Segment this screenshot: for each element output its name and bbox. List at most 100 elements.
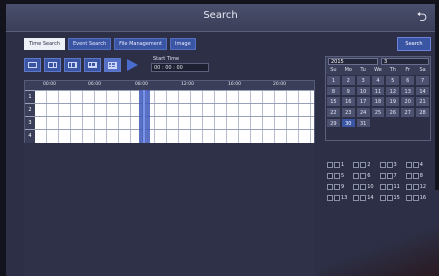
checkbox-icon[interactable] [353, 173, 360, 179]
channel-checkbox[interactable]: 2 [353, 161, 379, 169]
checkbox-icon[interactable] [353, 184, 360, 190]
calendar-day[interactable]: 3 [355, 75, 371, 86]
tab-time-search[interactable]: Time Search [24, 38, 66, 50]
checkbox-icon[interactable] [360, 162, 367, 168]
checkbox-icon[interactable] [360, 184, 367, 190]
calendar-day[interactable]: 10 [355, 85, 371, 97]
channel-checkbox[interactable]: 13 [327, 194, 353, 202]
checkbox-icon[interactable] [379, 173, 386, 179]
timeline-row[interactable]: 3 [25, 116, 314, 130]
play-icon[interactable] [124, 58, 140, 72]
start-time-input[interactable]: 00 : 00 : 00 [151, 63, 209, 72]
timeline-row[interactable]: 1 [25, 90, 314, 104]
checkbox-icon[interactable] [412, 195, 419, 201]
calendar-day[interactable]: 24 [355, 107, 371, 118]
checkbox-icon[interactable] [334, 173, 340, 179]
checkbox-icon[interactable] [334, 195, 340, 201]
calendar-day[interactable]: 30 [340, 117, 356, 129]
calendar-day[interactable]: 12 [385, 85, 401, 97]
layout-grid-icon[interactable] [104, 58, 121, 72]
checkbox-icon[interactable] [405, 162, 412, 168]
year-select[interactable]: 2015 [328, 58, 378, 65]
calendar-day[interactable]: 8 [326, 85, 341, 97]
timeline[interactable]: 00:00 06:00 08:00 12:00 16:00 20:00 1 2 … [24, 80, 315, 143]
back-icon[interactable]: ⮌ [417, 8, 427, 30]
layout-16-icon[interactable] [84, 58, 101, 72]
calendar-day[interactable]: 6 [400, 75, 416, 86]
checkbox-icon[interactable] [386, 162, 393, 168]
checkbox-icon[interactable] [386, 184, 393, 190]
checkbox-icon[interactable] [360, 173, 367, 179]
calendar-day[interactable]: 11 [370, 85, 386, 97]
checkbox-icon[interactable] [379, 195, 386, 201]
calendar-day[interactable]: 4 [370, 75, 386, 86]
calendar-day[interactable]: 14 [415, 85, 430, 97]
layout-4-icon[interactable] [44, 58, 61, 72]
checkbox-icon[interactable] [327, 173, 333, 179]
channel-checkbox[interactable]: 15 [379, 194, 406, 202]
channel-checkbox[interactable]: 11 [379, 183, 406, 191]
calendar-day[interactable]: 20 [400, 96, 416, 108]
tab-event-search[interactable]: Event Search [68, 38, 112, 50]
calendar-day[interactable]: 17 [355, 96, 371, 108]
calendar-day[interactable]: 16 [340, 96, 356, 108]
layout-1-icon[interactable] [24, 58, 41, 72]
calendar-day[interactable]: 1 [326, 75, 341, 86]
calendar-day[interactable]: 21 [415, 96, 430, 108]
checkbox-icon[interactable] [353, 162, 360, 168]
channel-checkbox[interactable]: 4 [405, 161, 432, 169]
channel-checkbox[interactable]: 1 [327, 161, 353, 169]
calendar-day[interactable]: 18 [370, 96, 386, 108]
channel-checkbox[interactable]: 10 [353, 183, 379, 191]
calendar-day[interactable]: 29 [326, 117, 341, 129]
checkbox-icon[interactable] [405, 173, 412, 179]
calendar-day[interactable]: 7 [415, 75, 430, 86]
channel-checkbox[interactable]: 12 [405, 183, 432, 191]
channel-checkbox[interactable]: 8 [405, 172, 432, 180]
tab-file-management[interactable]: File Management [114, 38, 168, 50]
search-button[interactable]: Search [397, 37, 431, 51]
checkbox-icon[interactable] [405, 184, 412, 190]
checkbox-icon[interactable] [412, 173, 419, 179]
calendar-day[interactable]: 9 [340, 85, 356, 97]
checkbox-icon[interactable] [412, 184, 419, 190]
channel-checkbox[interactable]: 7 [379, 172, 406, 180]
calendar-day[interactable]: 15 [326, 96, 341, 108]
checkbox-icon[interactable] [334, 184, 340, 190]
checkbox-icon[interactable] [327, 184, 333, 190]
channel-checkbox[interactable]: 16 [405, 194, 432, 202]
checkbox-icon[interactable] [379, 184, 386, 190]
channel-checkbox[interactable]: 5 [327, 172, 353, 180]
calendar-day[interactable]: 23 [340, 107, 356, 118]
channel-label: 14 [367, 195, 374, 201]
checkbox-icon[interactable] [360, 195, 367, 201]
calendar-day[interactable]: 25 [370, 107, 386, 118]
tab-image[interactable]: Image [170, 38, 196, 50]
month-select[interactable]: 3 [381, 58, 429, 65]
calendar-day[interactable]: 5 [385, 75, 401, 86]
calendar-day[interactable]: 31 [355, 117, 371, 129]
channel-checkbox[interactable]: 14 [353, 194, 379, 202]
calendar-day[interactable]: 27 [400, 107, 416, 118]
checkbox-icon[interactable] [412, 162, 419, 168]
checkbox-icon[interactable] [353, 195, 360, 201]
calendar-day[interactable]: 28 [415, 107, 430, 118]
checkbox-icon[interactable] [379, 162, 386, 168]
checkbox-icon[interactable] [334, 162, 340, 168]
timeline-row[interactable]: 2 [25, 103, 314, 117]
checkbox-icon[interactable] [386, 173, 393, 179]
checkbox-icon[interactable] [405, 195, 412, 201]
calendar-day[interactable]: 13 [400, 85, 416, 97]
channel-checkbox[interactable]: 6 [353, 172, 379, 180]
calendar-day[interactable]: 2 [340, 75, 356, 86]
channel-checkbox[interactable]: 9 [327, 183, 353, 191]
calendar-day[interactable]: 22 [326, 107, 341, 118]
calendar-day[interactable]: 26 [385, 107, 401, 118]
timeline-row[interactable]: 4 [25, 129, 314, 143]
checkbox-icon[interactable] [386, 195, 393, 201]
checkbox-icon[interactable] [327, 162, 333, 168]
channel-checkbox[interactable]: 3 [379, 161, 406, 169]
calendar-day[interactable]: 19 [385, 96, 401, 108]
layout-9-icon[interactable] [64, 58, 81, 72]
checkbox-icon[interactable] [327, 195, 333, 201]
